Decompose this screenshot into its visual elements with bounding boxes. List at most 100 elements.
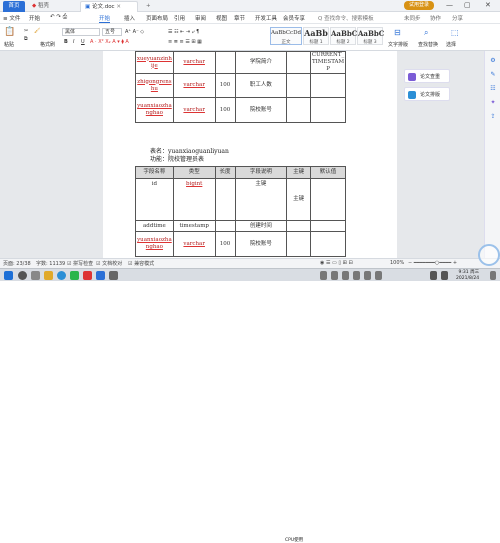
- paste-button[interactable]: 粘贴: [4, 41, 14, 48]
- field-desc-cell[interactable]: 学院简介: [234, 51, 288, 74]
- tab-document[interactable]: ▣ 论文.doc ✕: [80, 1, 138, 12]
- field-desc-cell[interactable]: 主键: [234, 178, 288, 221]
- format-painter-icon[interactable]: 🖌: [34, 28, 40, 34]
- tab-close-icon[interactable]: ✕: [116, 4, 121, 10]
- field-pk-cell[interactable]: [286, 73, 312, 98]
- style-heading-2[interactable]: AaBbC 标题 2: [330, 27, 357, 45]
- field-pk-cell[interactable]: [286, 220, 312, 232]
- format-painter-button[interactable]: 格式刷: [40, 41, 55, 48]
- tray-icon[interactable]: [364, 271, 371, 280]
- field-name-cell[interactable]: yuanxiaozhanghao: [135, 231, 174, 257]
- field-type-cell[interactable]: bigint: [172, 178, 216, 221]
- find-replace-button[interactable]: 查找替换: [418, 41, 438, 48]
- text-layout-icon[interactable]: ⊟: [394, 28, 401, 37]
- tab-home[interactable]: 首页: [3, 1, 25, 12]
- view-mode-icons[interactable]: ◉ ☰ ▭ ▯ ⊞ ⊟: [320, 260, 353, 266]
- search-icon[interactable]: [18, 271, 27, 280]
- table-header-row[interactable]: 字段名称 类型 长度 字段说明 主键 默认值: [135, 166, 346, 179]
- zoom-slider[interactable]: − ━━━━━━━○━━━━ +: [408, 260, 457, 266]
- explorer-icon[interactable]: [44, 271, 53, 280]
- bold-button[interactable]: B: [64, 39, 68, 45]
- volume-icon[interactable]: [441, 271, 448, 280]
- field-default-cell[interactable]: [310, 97, 346, 123]
- menu-chapter[interactable]: 章节: [234, 14, 245, 22]
- table-row[interactable]: id bigint 主键 主键: [135, 178, 346, 221]
- table-row[interactable]: yuanxiaozhanghao varchar 100 院校账号: [135, 231, 346, 257]
- table-row[interactable]: zhigongrenshu varchar 100 职工人数: [135, 73, 346, 98]
- list-icons[interactable]: ☰ ☷ ⇤ ⇥ ⤶ ¶: [168, 29, 199, 35]
- network-icon[interactable]: [430, 271, 437, 280]
- menu-member[interactable]: 会员专享: [283, 14, 305, 22]
- field-type-cell[interactable]: varchar: [172, 97, 216, 123]
- style-heading-1[interactable]: AaBb 标题 1: [303, 27, 329, 45]
- font-size-select[interactable]: 五号: [102, 28, 122, 36]
- spell-check[interactable]: ☑ 拼写检查: [67, 260, 93, 267]
- field-default-cell[interactable]: [310, 220, 346, 232]
- menu-review[interactable]: 审阅: [195, 14, 206, 22]
- tray-icon[interactable]: [353, 271, 360, 280]
- cut-icon[interactable]: ✂: [24, 28, 28, 34]
- tab-daoke[interactable]: ◆ 稻壳: [28, 1, 68, 12]
- collab-button[interactable]: 协作: [430, 14, 441, 22]
- field-pk-cell[interactable]: [286, 97, 312, 123]
- field-name-cell[interactable]: zhigongrenshu: [135, 73, 174, 98]
- field-default-cell[interactable]: [310, 231, 346, 257]
- notification-icon[interactable]: [490, 271, 496, 280]
- new-tab-button[interactable]: +: [142, 1, 155, 12]
- copy-icon[interactable]: ⧉: [24, 36, 28, 42]
- field-length-cell[interactable]: 100: [214, 73, 236, 98]
- windows-start-icon[interactable]: [4, 271, 13, 280]
- field-desc-cell[interactable]: 院校账号: [234, 231, 288, 257]
- field-desc-cell[interactable]: 院校账号: [234, 97, 288, 123]
- field-name-cell[interactable]: xueyuanzinhije: [135, 51, 174, 74]
- select-icon[interactable]: ⬚: [451, 28, 459, 37]
- table-row[interactable]: xueyuanzinhije varchar 学院简介 CURRENT_TIME…: [135, 51, 346, 74]
- chat-icon[interactable]: [70, 271, 79, 280]
- file-menu[interactable]: ≡ 文件: [3, 14, 20, 22]
- field-name-cell[interactable]: id: [135, 178, 174, 221]
- menu-edit[interactable]: ↶ ↷ ⎙: [50, 14, 67, 21]
- field-length-cell[interactable]: 100: [214, 97, 236, 123]
- underline-button[interactable]: U: [81, 39, 85, 45]
- tray-icon[interactable]: [375, 271, 382, 280]
- field-length-cell[interactable]: [214, 178, 236, 221]
- sliders-icon[interactable]: ☷: [489, 85, 497, 93]
- undo-icon[interactable]: ↶: [50, 14, 55, 20]
- field-length-cell[interactable]: 100: [214, 231, 236, 257]
- sync-status[interactable]: 未同步: [404, 14, 421, 22]
- field-default-cell[interactable]: CURRENT_TIMESTAMP: [310, 51, 346, 74]
- field-length-cell[interactable]: [214, 51, 236, 74]
- menu-start[interactable]: 开始: [99, 14, 111, 23]
- field-name-cell[interactable]: yuanxiaozhanghao: [135, 97, 174, 123]
- field-type-cell[interactable]: varchar: [172, 73, 216, 98]
- command-search[interactable]: Q 查找命令、搜索模板: [318, 14, 374, 22]
- minimize-button[interactable]: —: [446, 1, 453, 9]
- maximize-button[interactable]: ▢: [464, 1, 471, 9]
- style-normal[interactable]: AaBbCcDd 正文: [270, 27, 302, 45]
- paste-icon[interactable]: 📋: [4, 27, 15, 37]
- compat-mode[interactable]: ☑ 兼容模式: [128, 260, 154, 267]
- field-desc-cell[interactable]: 创建时间: [234, 220, 288, 232]
- field-type-cell[interactable]: varchar: [172, 231, 216, 257]
- field-pk-cell[interactable]: 主键: [286, 178, 312, 221]
- wps-icon[interactable]: [83, 271, 92, 280]
- menu-devtools[interactable]: 开发工具: [255, 14, 277, 22]
- field-name-cell[interactable]: addtime: [135, 220, 174, 232]
- find-icon[interactable]: ⌕: [424, 28, 428, 38]
- app-icon[interactable]: [109, 271, 118, 280]
- menu-home[interactable]: 开始: [29, 14, 40, 22]
- task-view-icon[interactable]: [31, 271, 40, 280]
- field-table-1[interactable]: xueyuanzinhije varchar 学院简介 CURRENT_TIME…: [135, 51, 346, 123]
- field-type-cell[interactable]: timestamp: [172, 220, 216, 232]
- settings-icon[interactable]: ⚙: [489, 57, 497, 65]
- menu-layout[interactable]: 页面布局: [146, 14, 168, 22]
- redo-icon[interactable]: ↷: [56, 14, 61, 20]
- magic-icon[interactable]: ✦: [489, 99, 497, 107]
- italic-button[interactable]: I: [73, 39, 74, 45]
- table-row[interactable]: addtime timestamp 创建时间: [135, 220, 346, 232]
- page-indicator[interactable]: 页面: 23/38: [3, 260, 31, 267]
- grow-font-icon[interactable]: A⁺ A⁻ ◇: [125, 29, 144, 35]
- style-heading-3[interactable]: AaBbC 标题 3: [357, 27, 384, 45]
- field-default-cell[interactable]: [310, 73, 346, 98]
- align-icons[interactable]: ≡ ≣ ≡ ☰ ⊞ ▦: [168, 39, 202, 45]
